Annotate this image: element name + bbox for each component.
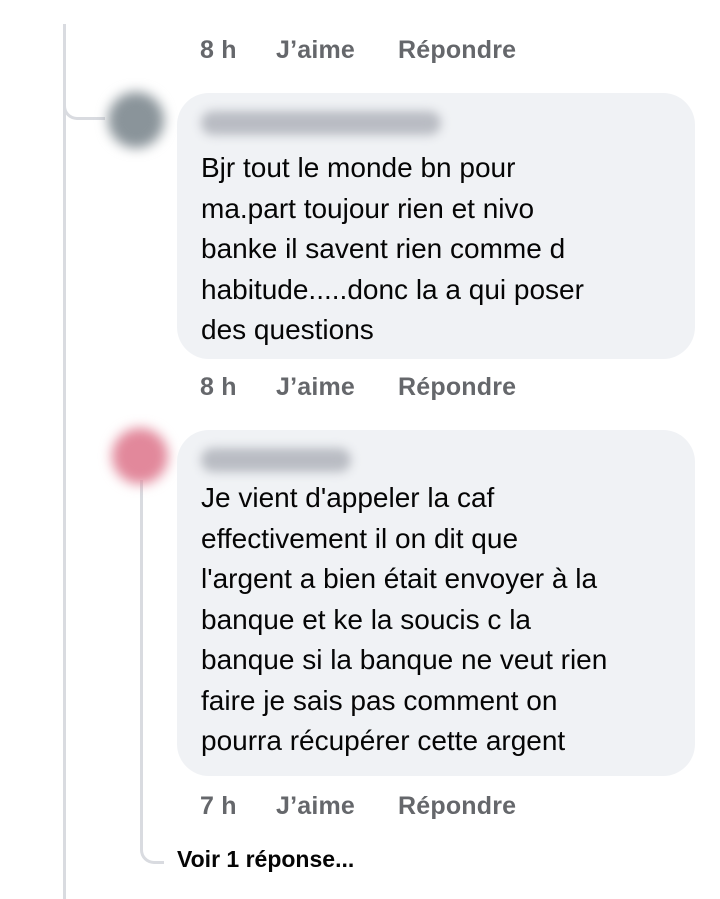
reply-button[interactable]: Répondre <box>398 373 516 402</box>
comment-actions-top: 8 h J’aime Répondre <box>200 36 516 65</box>
comment-author[interactable] <box>201 111 441 135</box>
reply-button[interactable]: Répondre <box>398 36 516 65</box>
comment-author[interactable] <box>201 448 351 472</box>
reply-button[interactable]: Répondre <box>398 792 516 821</box>
comment-time: 8 h <box>200 36 237 64</box>
comment-time: 7 h <box>200 792 237 820</box>
avatar[interactable] <box>112 428 168 484</box>
like-button[interactable]: J’aime <box>276 792 398 821</box>
reply-connector-2 <box>140 480 164 864</box>
like-button[interactable]: J’aime <box>276 373 398 402</box>
comment-time: 8 h <box>200 373 237 401</box>
comment-bubble: Je vient d'appeler la caf effectivement … <box>177 430 695 776</box>
comment-bubble: Bjr tout le monde bn pour ma.part toujou… <box>177 93 695 359</box>
see-replies-link[interactable]: Voir 1 réponse... <box>177 846 354 873</box>
thread-line-outer <box>63 24 66 899</box>
comment-actions: 7 h J’aime Répondre <box>200 792 516 821</box>
comment-text: Je vient d'appeler la caf effectivement … <box>201 482 608 756</box>
avatar[interactable] <box>108 92 164 148</box>
comment-actions: 8 h J’aime Répondre <box>200 373 516 402</box>
reply-connector-1 <box>63 24 105 120</box>
like-button[interactable]: J’aime <box>276 36 398 65</box>
comment-text: Bjr tout le monde bn pour ma.part toujou… <box>201 152 584 345</box>
